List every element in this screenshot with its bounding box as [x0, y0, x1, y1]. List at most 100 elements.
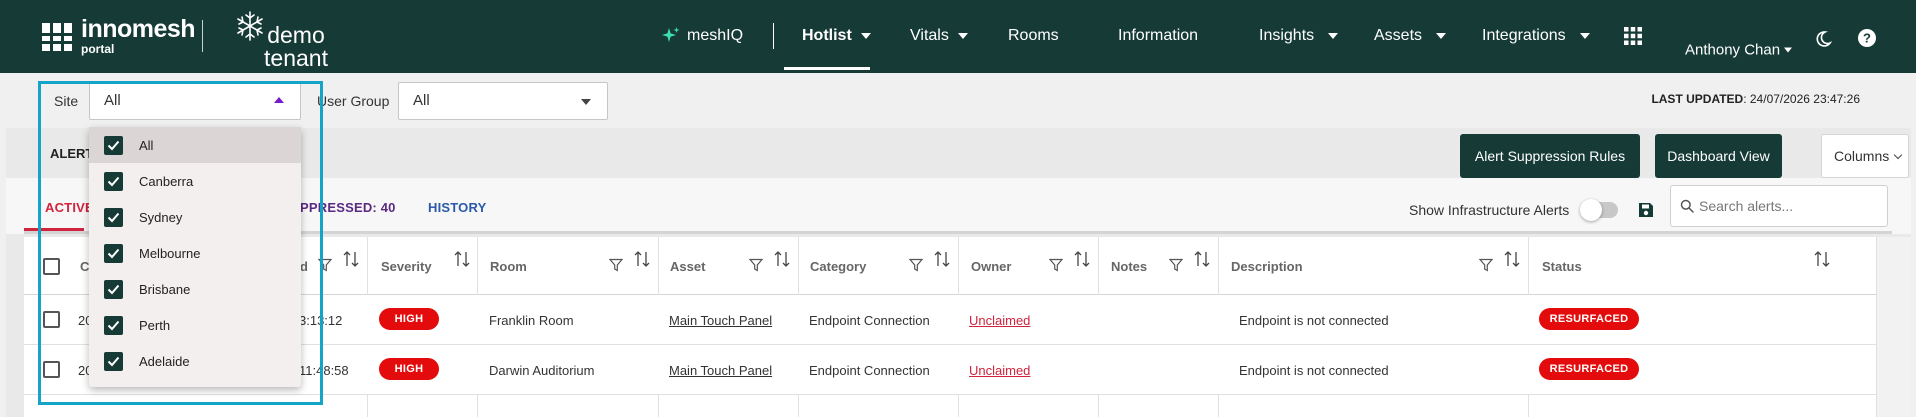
sort-icon[interactable]: [634, 250, 650, 268]
site-option-all[interactable]: All: [89, 127, 301, 163]
column-header-room[interactable]: Room: [490, 259, 527, 274]
column-header-owner[interactable]: Owner: [971, 259, 1011, 274]
innomesh-logo[interactable]: innomesh portal: [42, 16, 196, 56]
owner-link[interactable]: Unclaimed: [969, 313, 1030, 328]
infrastructure-alerts-label: Show Infrastructure Alerts: [1409, 202, 1570, 218]
filter-icon[interactable]: [1479, 258, 1493, 272]
asset-link[interactable]: Main Touch Panel: [669, 313, 772, 328]
column-header-status[interactable]: Status: [1542, 259, 1582, 274]
site-option-perth[interactable]: Perth: [89, 307, 301, 343]
sort-icon[interactable]: [1504, 250, 1520, 268]
sort-icon[interactable]: [1814, 250, 1830, 268]
tab-active-underline: [24, 228, 84, 231]
nav-rooms[interactable]: Rooms: [1008, 27, 1059, 45]
status-badge: RESURFACED: [1539, 308, 1639, 330]
row-checkbox[interactable]: [43, 311, 60, 328]
dashboard-view-button[interactable]: Dashboard View: [1655, 134, 1782, 178]
checkbox-checked-icon: [104, 172, 123, 191]
status-badge: RESURFACED: [1539, 358, 1639, 380]
user-name: Anthony Chan: [1685, 41, 1781, 59]
nav-separator: [773, 23, 774, 49]
site-select[interactable]: All: [89, 82, 301, 120]
site-option-label: Brisbane: [139, 282, 191, 297]
nav-insights[interactable]: Insights: [1259, 27, 1339, 45]
site-option-sydney[interactable]: Sydney: [89, 199, 301, 235]
filter-icon[interactable]: [1049, 258, 1063, 272]
select-all-checkbox[interactable]: [43, 258, 60, 275]
table-scrollbar[interactable]: [1876, 237, 1911, 417]
user-group-select[interactable]: All: [398, 82, 608, 120]
columns-button[interactable]: Columns: [1821, 134, 1909, 178]
sort-icon[interactable]: [934, 250, 950, 268]
cell-description: Endpoint is not connected: [1239, 313, 1389, 328]
chevron-down-icon: [1328, 33, 1339, 39]
caret-down-icon: [581, 99, 591, 105]
nav-meshiq[interactable]: meshIQ: [661, 26, 743, 46]
sort-icon[interactable]: [1194, 250, 1210, 268]
tab-active[interactable]: ACTIVE: [45, 200, 94, 215]
user-group-label: User Group: [317, 93, 390, 109]
sort-icon[interactable]: [343, 250, 359, 268]
site-option-label: Sydney: [139, 210, 183, 225]
nav-insights-label: Insights: [1259, 27, 1315, 44]
nav-active-underline: [784, 67, 870, 70]
filter-icon[interactable]: [909, 258, 923, 272]
checkbox-checked-icon: [104, 352, 123, 371]
site-option-melbourne[interactable]: Melbourne: [89, 235, 301, 271]
filter-icon[interactable]: [749, 258, 763, 272]
column-header-description[interactable]: Description: [1231, 259, 1303, 274]
nav-integrations[interactable]: Integrations: [1482, 27, 1590, 45]
owner-link[interactable]: Unclaimed: [969, 363, 1030, 378]
infrastructure-alerts-toggle[interactable]: [1580, 199, 1618, 221]
tenant-name: demo tenant: [264, 22, 328, 71]
site-label: Site: [54, 93, 79, 109]
search-icon: [1680, 199, 1694, 213]
site-option-canberra[interactable]: Canberra: [89, 163, 301, 199]
cell-updated: 11:48:58: [299, 363, 349, 378]
site-option-brisbane[interactable]: Brisbane: [89, 271, 301, 307]
chevron-down-icon: [1436, 33, 1447, 39]
site-option-adelaide[interactable]: Adelaide: [89, 343, 301, 379]
row-checkbox[interactable]: [43, 361, 60, 378]
column-header-notes[interactable]: Notes: [1111, 259, 1147, 274]
nav-integrations-label: Integrations: [1482, 27, 1566, 44]
sort-icon[interactable]: [454, 250, 470, 268]
nav-assets-label: Assets: [1374, 27, 1423, 44]
column-header-asset[interactable]: Asset: [670, 259, 705, 274]
user-group-select-value: All: [413, 92, 430, 109]
alert-suppression-rules-button[interactable]: Alert Suppression Rules: [1460, 134, 1640, 178]
tab-history[interactable]: HISTORY: [428, 200, 486, 215]
logo-divider: [202, 20, 203, 52]
nav-information-label: Information: [1118, 27, 1199, 44]
save-icon[interactable]: [1638, 202, 1654, 218]
tab-suppressed[interactable]: PPRESSED: 40: [300, 200, 396, 215]
sort-icon[interactable]: [1074, 250, 1090, 268]
nav-assets[interactable]: Assets: [1374, 27, 1447, 45]
nav-rooms-label: Rooms: [1008, 27, 1059, 44]
theme-toggle-button[interactable]: [1814, 30, 1832, 48]
chevron-down-icon: [1579, 33, 1590, 39]
cell-updated: 3:13:12: [299, 313, 343, 328]
cell-category: Endpoint Connection: [809, 363, 930, 378]
filter-icon[interactable]: [318, 258, 332, 272]
column-header-category[interactable]: Category: [810, 259, 866, 274]
asset-link[interactable]: Main Touch Panel: [669, 363, 772, 378]
sort-icon[interactable]: [774, 250, 790, 268]
search-input[interactable]: [1699, 186, 1885, 226]
last-updated-value: : 24/07/2026 23:47:26: [1743, 92, 1860, 106]
caret-up-icon: [274, 97, 284, 103]
chevron-down-icon: [1894, 150, 1903, 160]
nav-vitals[interactable]: Vitals: [910, 27, 968, 45]
nav-hotlist[interactable]: Hotlist: [802, 27, 871, 45]
column-header-updated[interactable]: d: [300, 259, 308, 274]
filter-icon[interactable]: [609, 258, 623, 272]
severity-badge: HIGH: [379, 308, 439, 330]
filter-icon[interactable]: [1169, 258, 1183, 272]
top-navigation-bar: innomesh portal demo tenant meshIQ Hotli…: [0, 0, 1916, 73]
nav-information[interactable]: Information: [1118, 27, 1198, 45]
help-button[interactable]: ?: [1857, 28, 1877, 48]
column-header-created[interactable]: C: [80, 259, 89, 274]
apps-grid-button[interactable]: [1624, 27, 1642, 45]
column-header-severity[interactable]: Severity: [381, 259, 432, 274]
user-menu[interactable]: Anthony Chan: [1685, 41, 1793, 59]
